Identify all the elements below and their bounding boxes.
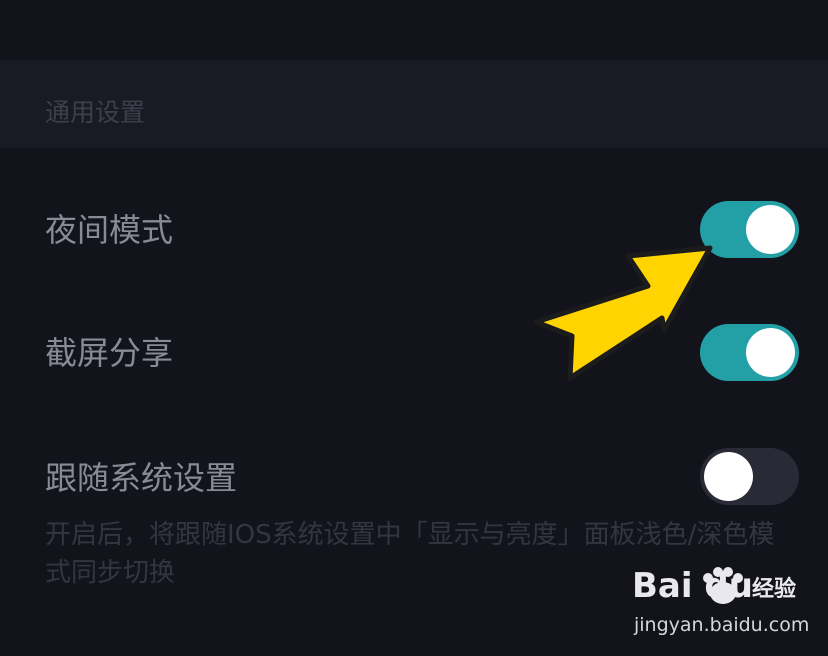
toggle-knob — [746, 205, 795, 254]
toggle-knob — [704, 452, 753, 501]
watermark-url: jingyan.baidu.com — [634, 614, 810, 636]
section-title: 通用设置 — [45, 98, 146, 127]
night-mode-toggle[interactable] — [700, 201, 799, 258]
follow-system-label: 跟随系统设置 — [45, 459, 238, 497]
settings-screen: 通用设置 夜间模式 截屏分享 跟随系统设置 开启后，将跟随IOS系统设置中「显示… — [0, 0, 828, 656]
night-mode-label: 夜间模式 — [45, 211, 174, 249]
follow-system-toggle[interactable] — [700, 448, 799, 505]
watermark-brand: Bai du — [632, 566, 753, 606]
screenshot-share-label: 截屏分享 — [45, 334, 174, 372]
top-bar — [0, 0, 828, 60]
screenshot-share-toggle[interactable] — [700, 324, 799, 381]
toggle-knob — [746, 328, 795, 377]
watermark-product: 经验 — [752, 577, 797, 602]
baidu-watermark: Bai du 经验 jingyan.baidu.com — [632, 566, 812, 642]
